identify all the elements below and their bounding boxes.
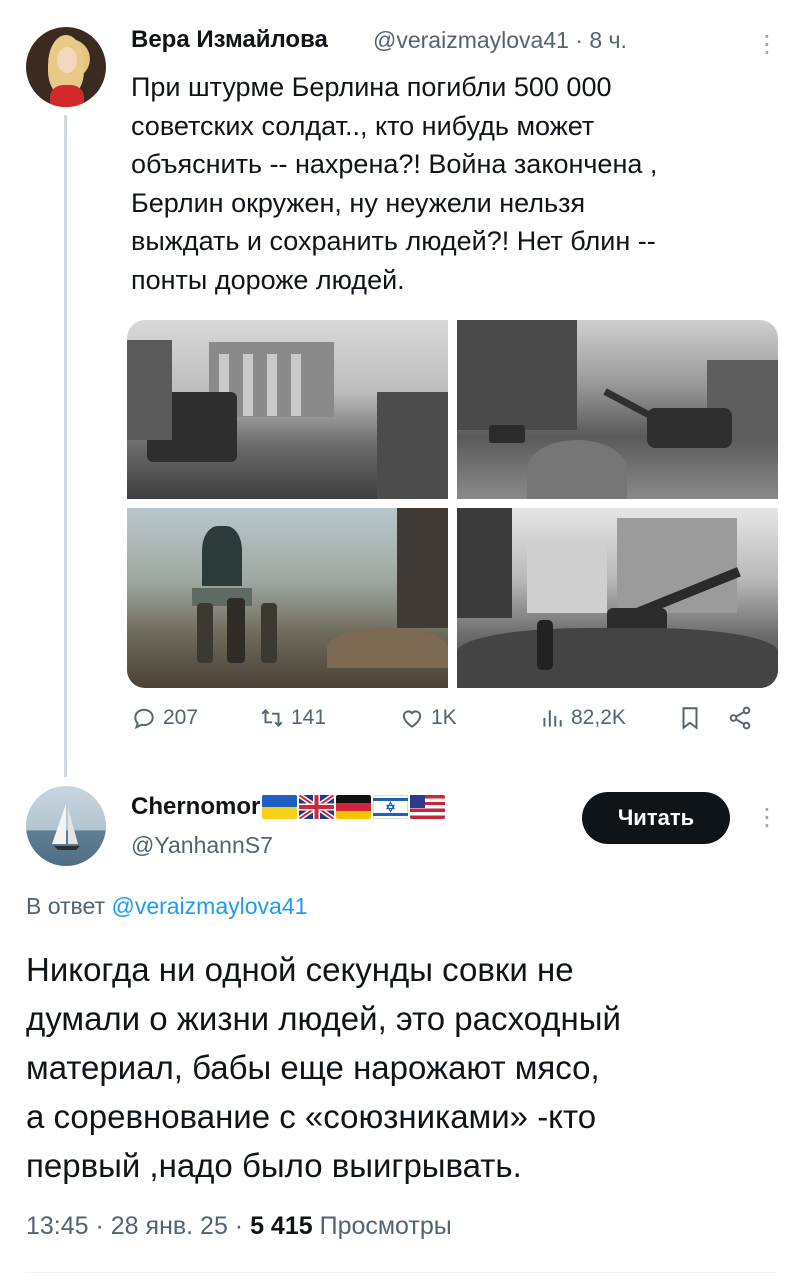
- repost-icon: [261, 709, 283, 727]
- views-number: 5 415: [250, 1212, 313, 1240]
- repost-count: 141: [291, 706, 327, 729]
- reply-tweet-text: Никогда ни одной секунды совки не думали…: [26, 951, 621, 1184]
- bookmark-button[interactable]: [677, 705, 703, 731]
- ukraine-flag-icon: [262, 795, 298, 819]
- follow-button[interactable]: Читать: [582, 792, 730, 844]
- reply-context: В ответ @veraizmaylova41: [26, 893, 307, 920]
- photo-painting-soldiers[interactable]: [127, 508, 448, 688]
- germany-flag-icon: [336, 795, 372, 819]
- views-label: Просмотры: [319, 1212, 452, 1240]
- share-icon: [729, 706, 751, 730]
- sailboat-icon: [52, 804, 80, 850]
- timestamp[interactable]: 13:45 · 28 янв. 25 ·: [26, 1212, 250, 1240]
- like-count: 1K: [431, 706, 457, 729]
- avatar[interactable]: [26, 786, 106, 866]
- author-handle-time[interactable]: @veraizmaylova41 · 8 ч.: [373, 27, 627, 54]
- divider: [26, 1272, 776, 1273]
- author-handle[interactable]: @YanhannS7: [131, 832, 273, 859]
- reply-prefix: В ответ: [26, 893, 106, 919]
- reply-button[interactable]: 207: [131, 705, 198, 731]
- photo-artillery-ruins[interactable]: [457, 508, 778, 688]
- views-count: 82,2K: [571, 706, 626, 729]
- like-button[interactable]: 1K: [399, 705, 457, 731]
- reply-count: 207: [163, 706, 199, 729]
- repost-button[interactable]: 141: [259, 705, 326, 731]
- tweet-text: При штурме Берлина погибли 500 000 совет…: [131, 72, 658, 295]
- author-name[interactable]: Вера Измайлова: [131, 26, 328, 54]
- avatar[interactable]: [26, 27, 106, 107]
- uk-flag-icon: [299, 795, 335, 819]
- more-options-icon[interactable]: ⋮: [755, 30, 779, 59]
- usa-flag-icon: [410, 795, 446, 819]
- author-name-row[interactable]: Chernomor: [131, 793, 446, 821]
- thread-connector: [64, 115, 67, 777]
- tweet-actions: 207 141 1K 82,2K: [131, 705, 771, 745]
- reply-to-handle-link[interactable]: @veraizmaylova41: [111, 893, 307, 919]
- views-button[interactable]: 82,2K: [539, 705, 626, 731]
- reply-icon: [134, 708, 154, 730]
- photo-tank-street[interactable]: [457, 320, 778, 499]
- share-button[interactable]: [727, 705, 753, 731]
- tweet-meta: 13:45 · 28 янв. 25 · 5 415 Просмотры: [26, 1212, 452, 1241]
- views-chart-icon: [543, 710, 562, 727]
- more-options-icon[interactable]: ⋮: [755, 803, 779, 832]
- bookmark-icon: [682, 707, 698, 730]
- heart-icon: [402, 710, 422, 728]
- israel-flag-icon: [373, 795, 409, 819]
- author-name: Chernomor: [131, 793, 261, 820]
- photo-brandenburg-gate[interactable]: [127, 320, 448, 499]
- tweet-media-grid[interactable]: [127, 320, 778, 688]
